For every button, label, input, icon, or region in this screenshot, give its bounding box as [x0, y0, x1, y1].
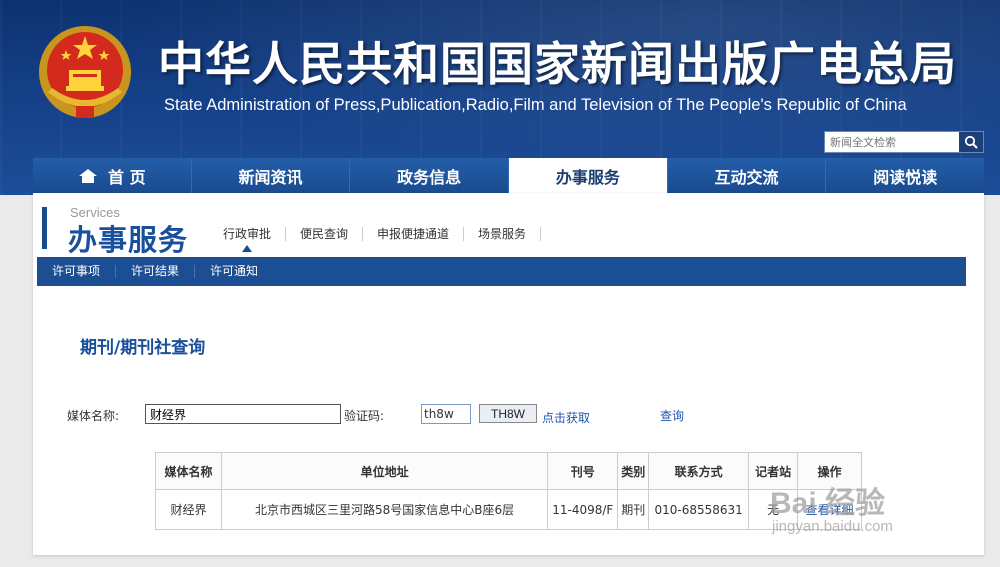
query-button[interactable]: 查询 [660, 407, 684, 424]
nav-services[interactable]: 办事服务 [509, 158, 668, 193]
refresh-captcha-link[interactable]: 点击获取 [542, 409, 590, 426]
search-input[interactable] [825, 132, 959, 152]
cell-address: 北京市西城区三里河路58号国家信息中心B座6层 [220, 489, 549, 530]
cell-category: 期刊 [617, 489, 650, 530]
cell-contact: 010-68558631 [648, 489, 750, 530]
captcha-image[interactable]: TH8W [479, 404, 537, 423]
site-search [824, 131, 984, 153]
search-icon [964, 135, 978, 149]
section-subnav: 许可事项 许可结果 许可通知 [37, 257, 966, 286]
subnav-license-items[interactable]: 许可事项 [37, 265, 117, 278]
nav-interaction[interactable]: 互动交流 [668, 158, 827, 193]
view-details-link[interactable]: 查看详细 [797, 489, 862, 530]
section-subtabs: 行政审批 便民查询 申报便捷通道 场景服务 [209, 227, 542, 252]
subtab-scene-service[interactable]: 场景服务 [464, 227, 542, 241]
col-issue-number: 刊号 [547, 452, 619, 490]
table-row: 财经界 北京市西城区三里河路58号国家信息中心B座6层 11-4098/F 期刊… [155, 489, 862, 530]
col-contact: 联系方式 [648, 452, 750, 490]
national-emblem-icon [39, 26, 131, 118]
site-title: 中华人民共和国国家新闻出版广电总局 [158, 37, 957, 91]
nav-news[interactable]: 新闻资讯 [192, 158, 351, 193]
section-title: 办事服务 [68, 223, 189, 257]
media-name-label: 媒体名称: [67, 409, 120, 423]
verification-code-label: 验证码: [344, 409, 385, 423]
cell-media-name: 财经界 [155, 489, 222, 530]
subtab-public-query[interactable]: 便民查询 [286, 227, 364, 241]
main-nav: 首 页 新闻资讯 政务信息 办事服务 互动交流 阅读悦读 [33, 158, 984, 193]
col-reporter-station: 记者站 [748, 452, 799, 490]
home-icon [79, 168, 98, 183]
col-address: 单位地址 [220, 452, 549, 490]
verification-code-input[interactable] [421, 404, 471, 424]
nav-reading[interactable]: 阅读悦读 [826, 158, 984, 193]
nav-home-label: 首 页 [108, 167, 146, 187]
col-action: 操作 [797, 452, 862, 490]
subnav-license-notices[interactable]: 许可通知 [195, 265, 273, 278]
subnav-license-results[interactable]: 许可结果 [116, 265, 196, 278]
section-accent-bar [42, 207, 47, 249]
nav-home[interactable]: 首 页 [33, 158, 192, 193]
col-category: 类别 [617, 452, 650, 490]
results-table: 媒体名称 单位地址 刊号 类别 联系方式 记者站 操作 财经界 北京市西城区三里… [155, 452, 862, 530]
subtab-fast-channel[interactable]: 申报便捷通道 [363, 227, 465, 241]
cell-issue-number: 11-4098/F [547, 489, 619, 530]
col-media-name: 媒体名称 [155, 452, 222, 490]
content-panel: Services 办事服务 行政审批 便民查询 申报便捷通道 场景服务 许可事项… [33, 193, 984, 555]
table-header-row: 媒体名称 单位地址 刊号 类别 联系方式 记者站 操作 [155, 452, 862, 490]
search-button[interactable] [959, 132, 983, 152]
cell-reporter-station: 无 [748, 489, 799, 530]
nav-government-info[interactable]: 政务信息 [350, 158, 510, 193]
site-subtitle: State Administration of Press,Publicatio… [164, 96, 907, 114]
media-name-input[interactable] [145, 404, 341, 424]
subtab-administrative-approval[interactable]: 行政审批 [209, 227, 287, 252]
page-title: 期刊/期刊社查询 [80, 338, 206, 358]
